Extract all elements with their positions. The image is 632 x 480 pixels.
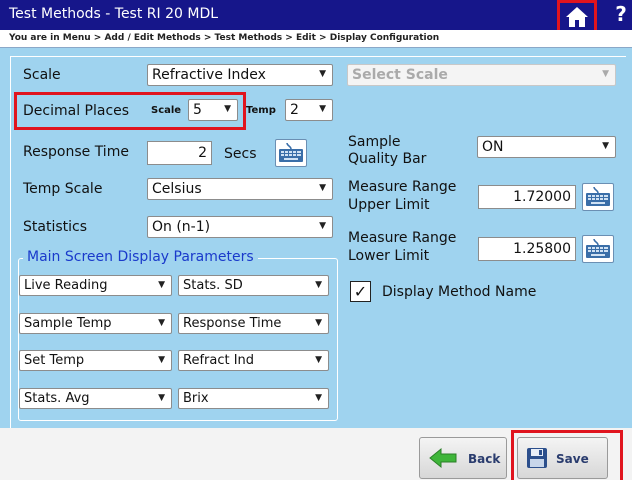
upper-limit-keyboard-button[interactable]	[582, 183, 614, 211]
response-time-field[interactable]: 2	[147, 141, 212, 165]
display-method-name-checkbox[interactable]: ✓	[350, 281, 371, 302]
chevron-down-icon: ▼	[158, 355, 165, 365]
response-time-label: Response Time	[23, 144, 129, 160]
decimal-scale-label: Scale	[151, 105, 182, 116]
decimal-temp-value: 2	[290, 102, 299, 118]
param-slot-value: Sample Temp	[24, 316, 112, 331]
temp-scale-value: Celsius	[152, 181, 202, 197]
response-time-unit: Secs	[224, 146, 257, 162]
help-button[interactable]: ?	[612, 2, 630, 28]
statistics-value: On (n-1)	[152, 219, 211, 235]
decimal-temp-label: Temp	[246, 105, 276, 116]
temp-scale-label: Temp Scale	[23, 181, 103, 197]
temp-scale-dropdown[interactable]: Celsius ▼	[147, 178, 333, 200]
upper-limit-label-line2: Upper Limit	[348, 197, 430, 213]
quality-bar-label-line1: Sample	[348, 134, 401, 150]
chevron-down-icon: ▼	[158, 393, 165, 403]
decimal-scale-value: 5	[193, 102, 202, 118]
keyboard-icon	[279, 142, 303, 162]
select-scale-dropdown[interactable]: Select Scale ▼	[347, 64, 616, 86]
statistics-dropdown[interactable]: On (n-1) ▼	[147, 216, 333, 238]
main-screen-params-title: Main Screen Display Parameters	[23, 249, 258, 265]
param-slot-value: Refract Ind	[183, 353, 255, 368]
decimal-temp-dropdown[interactable]: 2 ▼	[285, 99, 333, 121]
chevron-down-icon: ▼	[319, 221, 326, 231]
save-button-label: Save	[556, 452, 589, 466]
statistics-label: Statistics	[23, 219, 87, 235]
scale-label: Scale	[23, 67, 61, 83]
quality-bar-dropdown[interactable]: ON ▼	[477, 136, 616, 158]
param-slot-value: Response Time	[183, 316, 282, 331]
back-button-label: Back	[468, 452, 501, 466]
lower-limit-keyboard-button[interactable]	[582, 235, 614, 263]
back-button[interactable]: Back	[419, 437, 507, 479]
chevron-down-icon: ▼	[602, 69, 609, 79]
breadcrumb: You are in Menu > Add / Edit Methods > T…	[0, 30, 632, 48]
param-slot-6-dropdown[interactable]: Refract Ind ▼	[178, 350, 329, 371]
keyboard-icon	[586, 186, 610, 206]
chevron-down-icon: ▼	[315, 393, 322, 403]
response-time-keyboard-button[interactable]	[275, 139, 307, 167]
home-icon	[566, 6, 588, 27]
chevron-down-icon: ▼	[315, 355, 322, 365]
chevron-down-icon: ▼	[319, 104, 326, 114]
select-scale-placeholder: Select Scale	[352, 67, 448, 83]
chevron-down-icon: ▼	[319, 183, 326, 193]
param-slot-5-dropdown[interactable]: Set Temp ▼	[19, 350, 172, 371]
param-slot-value: Brix	[183, 391, 209, 406]
chevron-down-icon: ▼	[319, 69, 326, 79]
decimal-scale-dropdown[interactable]: 5 ▼	[188, 99, 238, 121]
decimal-places-label: Decimal Places	[23, 103, 130, 119]
param-slot-value: Stats. Avg	[24, 391, 90, 406]
title-bar: Test Methods - Test RI 20 MDL ?	[0, 0, 632, 33]
scale-dropdown-value: Refractive Index	[152, 67, 266, 83]
save-button[interactable]: Save	[517, 437, 608, 479]
chevron-down-icon: ▼	[315, 280, 322, 290]
keyboard-icon	[586, 238, 610, 258]
lower-limit-label-line1: Measure Range	[348, 230, 457, 246]
scale-dropdown[interactable]: Refractive Index ▼	[147, 64, 333, 86]
window-title: Test Methods - Test RI 20 MDL	[9, 6, 219, 22]
param-slot-2-dropdown[interactable]: Stats. SD ▼	[178, 275, 329, 296]
home-button[interactable]	[557, 0, 597, 33]
param-slot-value: Set Temp	[24, 353, 85, 368]
chevron-down-icon: ▼	[315, 318, 322, 328]
arrow-left-icon	[429, 447, 457, 469]
quality-bar-label-line2: Quality Bar	[348, 151, 427, 167]
chevron-down-icon: ▼	[158, 280, 165, 290]
lower-limit-field[interactable]: 1.25800	[478, 237, 576, 261]
param-slot-3-dropdown[interactable]: Sample Temp ▼	[19, 313, 172, 334]
param-slot-value: Stats. SD	[183, 278, 243, 293]
param-slot-7-dropdown[interactable]: Stats. Avg ▼	[19, 388, 172, 409]
chevron-down-icon: ▼	[602, 141, 609, 151]
chevron-down-icon: ▼	[158, 318, 165, 328]
upper-limit-label-line1: Measure Range	[348, 179, 457, 195]
param-slot-value: Live Reading	[24, 278, 108, 293]
display-method-name-label: Display Method Name	[382, 284, 537, 300]
upper-limit-field[interactable]: 1.72000	[478, 185, 576, 209]
quality-bar-value: ON	[482, 139, 504, 155]
param-slot-4-dropdown[interactable]: Response Time ▼	[178, 313, 329, 334]
chevron-down-icon: ▼	[224, 104, 231, 114]
floppy-disk-icon	[527, 448, 547, 468]
lower-limit-label-line2: Lower Limit	[348, 248, 430, 264]
param-slot-1-dropdown[interactable]: Live Reading ▼	[19, 275, 172, 296]
param-slot-8-dropdown[interactable]: Brix ▼	[178, 388, 329, 409]
